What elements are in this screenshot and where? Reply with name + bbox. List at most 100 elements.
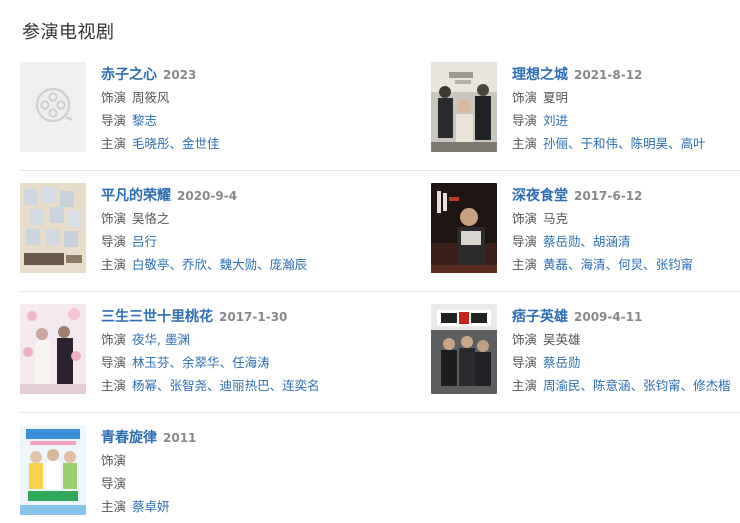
starring-row: 主演 杨幂、张智尧、迪丽热巴、连奕名 bbox=[101, 374, 361, 397]
role-value: 马克 bbox=[543, 211, 569, 226]
star-link[interactable]: 白敬亭 bbox=[132, 257, 170, 272]
star-link[interactable]: 蔡卓妍 bbox=[132, 499, 170, 514]
star-link[interactable]: 张钧甯 bbox=[656, 257, 694, 272]
star-link[interactable]: 金世佳 bbox=[182, 136, 220, 151]
director-link[interactable]: 吕行 bbox=[132, 234, 157, 249]
separator: 、 bbox=[207, 378, 220, 393]
director-label: 导演 bbox=[101, 113, 127, 128]
show-card: 深夜食堂 2017-6-12 饰演 马克 导演 蔡岳勋、胡涵清 主演 黄磊、海清、何炅、张钧甯 bbox=[431, 183, 740, 273]
star-link[interactable]: 周渝民 bbox=[543, 378, 581, 393]
director-link[interactable]: 刘进 bbox=[543, 113, 568, 128]
grid-row: 平凡的荣耀 2020-9-4 饰演 吴恪之 导演 吕行 主演 白敬亭、乔欣、魏大勋、庞瀚辰 深… bbox=[20, 171, 740, 292]
show-info: 深夜食堂 2017-6-12 饰演 马克 导演 蔡岳勋、胡涵清 主演 黄磊、海清、何炅、张钧甯 bbox=[512, 183, 740, 276]
starring-label: 主演 bbox=[512, 136, 538, 151]
star-link[interactable]: 修杰楷 bbox=[693, 378, 731, 393]
role-label: 饰演 bbox=[101, 332, 127, 347]
star-link[interactable]: 庞瀚辰 bbox=[270, 257, 308, 272]
starring-label: 主演 bbox=[512, 378, 538, 393]
role-row: 饰演 周筱风 bbox=[101, 86, 361, 109]
separator: 、 bbox=[605, 257, 619, 272]
role-label: 饰演 bbox=[512, 332, 538, 347]
director-link[interactable]: 任海涛 bbox=[232, 355, 270, 370]
director-row: 导演 蔡岳勋、胡涵清 bbox=[512, 230, 740, 253]
role-row: 饰演 吴恪之 bbox=[101, 207, 361, 230]
starring-label: 主演 bbox=[101, 136, 127, 151]
starring-row: 主演 孙俪、于和伟、陈明昊、高叶 bbox=[512, 132, 740, 155]
poster-image[interactable] bbox=[20, 62, 86, 152]
role-row: 饰演 马克 bbox=[512, 207, 740, 230]
director-link[interactable]: 蔡岳勋 bbox=[543, 355, 581, 370]
poster-image[interactable] bbox=[431, 304, 497, 394]
role-link[interactable]: 夜华, 墨渊 bbox=[132, 332, 190, 347]
show-info: 青春旋律 2011 饰演 导演 主演 蔡卓妍 bbox=[101, 425, 361, 518]
show-info: 痞子英雄 2009-4-11 饰演 吴英雄 导演 蔡岳勋 主演 周渝民、陈意涵、张钧甯、修杰楷 bbox=[512, 304, 740, 397]
show-card: 理想之城 2021-8-12 饰演 夏明 导演 刘进 主演 孙俪、于和伟、陈明昊、高叶 bbox=[431, 62, 740, 152]
director-link[interactable]: 林玉芬 bbox=[132, 355, 170, 370]
show-info: 赤子之心 2023 饰演 周筱风 导演 黎志 主演 毛晓彤、金世佳 bbox=[101, 62, 361, 155]
star-link[interactable]: 陈明昊 bbox=[631, 136, 669, 151]
separator: 、 bbox=[269, 378, 283, 393]
star-link[interactable]: 海清 bbox=[581, 257, 606, 272]
air-date: 2023 bbox=[163, 68, 197, 82]
star-link[interactable]: 魏大勋 bbox=[220, 257, 258, 272]
show-card: 赤子之心 2023 饰演 周筱风 导演 黎志 主演 毛晓彤、金世佳 bbox=[20, 62, 350, 152]
poster-image[interactable] bbox=[20, 304, 86, 394]
separator: 、 bbox=[618, 136, 631, 151]
star-link[interactable]: 孙俪 bbox=[543, 136, 568, 151]
poster-image[interactable] bbox=[431, 183, 497, 273]
director-label: 导演 bbox=[101, 476, 127, 491]
star-link[interactable]: 张智尧 bbox=[170, 378, 208, 393]
show-title-link[interactable]: 理想之城 bbox=[512, 67, 568, 83]
separator: 、 bbox=[680, 378, 694, 393]
starring-label: 主演 bbox=[101, 378, 127, 393]
starring-label: 主演 bbox=[101, 257, 127, 272]
separator: 、 bbox=[169, 355, 183, 370]
role-value: 吴英雄 bbox=[543, 332, 581, 347]
separator: 、 bbox=[169, 136, 183, 151]
show-title-link[interactable]: 痞子英雄 bbox=[512, 309, 568, 325]
director-link[interactable]: 蔡岳勋 bbox=[543, 234, 581, 249]
show-title-link[interactable]: 三生三世十里桃花 bbox=[101, 309, 213, 325]
show-card: 痞子英雄 2009-4-11 饰演 吴英雄 导演 蔡岳勋 主演 周渝民、陈意涵、张钧甯、修杰楷 bbox=[431, 304, 740, 394]
director-link[interactable]: 黎志 bbox=[132, 113, 157, 128]
role-row: 饰演 夜华, 墨渊 bbox=[101, 328, 361, 351]
show-title-link[interactable]: 赤子之心 bbox=[101, 67, 157, 83]
star-link[interactable]: 黄磊 bbox=[543, 257, 568, 272]
poster-image[interactable] bbox=[20, 183, 86, 273]
star-link[interactable]: 杨幂 bbox=[132, 378, 157, 393]
starring-label: 主演 bbox=[101, 499, 127, 514]
role-value: 周筱风 bbox=[132, 90, 170, 105]
role-label: 饰演 bbox=[101, 453, 127, 468]
show-title-link[interactable]: 青春旋律 bbox=[101, 430, 157, 446]
star-link[interactable]: 张钧甯 bbox=[643, 378, 681, 393]
star-link[interactable]: 何炅 bbox=[618, 257, 643, 272]
star-link[interactable]: 连奕名 bbox=[282, 378, 320, 393]
show-title-link[interactable]: 平凡的荣耀 bbox=[101, 188, 171, 204]
director-label: 导演 bbox=[101, 355, 127, 370]
show-card: 三生三世十里桃花 2017-1-30 饰演 夜华, 墨渊 导演 林玉芬、余翠华、任海涛 主演… bbox=[20, 304, 350, 394]
grid-row: 三生三世十里桃花 2017-1-30 饰演 夜华, 墨渊 导演 林玉芬、余翠华、任海涛 主演… bbox=[20, 292, 740, 413]
star-link[interactable]: 于和伟 bbox=[581, 136, 619, 151]
starring-row: 主演 毛晓彤、金世佳 bbox=[101, 132, 361, 155]
role-value: 吴恪之 bbox=[132, 211, 170, 226]
separator: 、 bbox=[207, 257, 220, 272]
starring-row: 主演 白敬亭、乔欣、魏大勋、庞瀚辰 bbox=[101, 253, 361, 276]
star-link[interactable]: 迪丽热巴 bbox=[220, 378, 270, 393]
director-row: 导演 林玉芬、余翠华、任海涛 bbox=[101, 351, 361, 374]
star-link[interactable]: 陈意涵 bbox=[593, 378, 631, 393]
poster-image[interactable] bbox=[431, 62, 497, 152]
separator: 、 bbox=[643, 257, 656, 272]
air-date: 2009-4-11 bbox=[574, 310, 643, 324]
star-link[interactable]: 乔欣 bbox=[182, 257, 207, 272]
show-title-link[interactable]: 深夜食堂 bbox=[512, 188, 568, 204]
poster-image[interactable] bbox=[20, 425, 86, 515]
star-link[interactable]: 高叶 bbox=[681, 136, 706, 151]
star-link[interactable]: 毛晓彤 bbox=[132, 136, 170, 151]
director-link[interactable]: 余翠华 bbox=[182, 355, 220, 370]
director-row: 导演 黎志 bbox=[101, 109, 361, 132]
separator: 、 bbox=[169, 257, 183, 272]
separator: 、 bbox=[568, 257, 581, 272]
starring-label: 主演 bbox=[512, 257, 538, 272]
director-link[interactable]: 胡涵清 bbox=[593, 234, 631, 249]
film-reel-icon bbox=[20, 62, 86, 152]
